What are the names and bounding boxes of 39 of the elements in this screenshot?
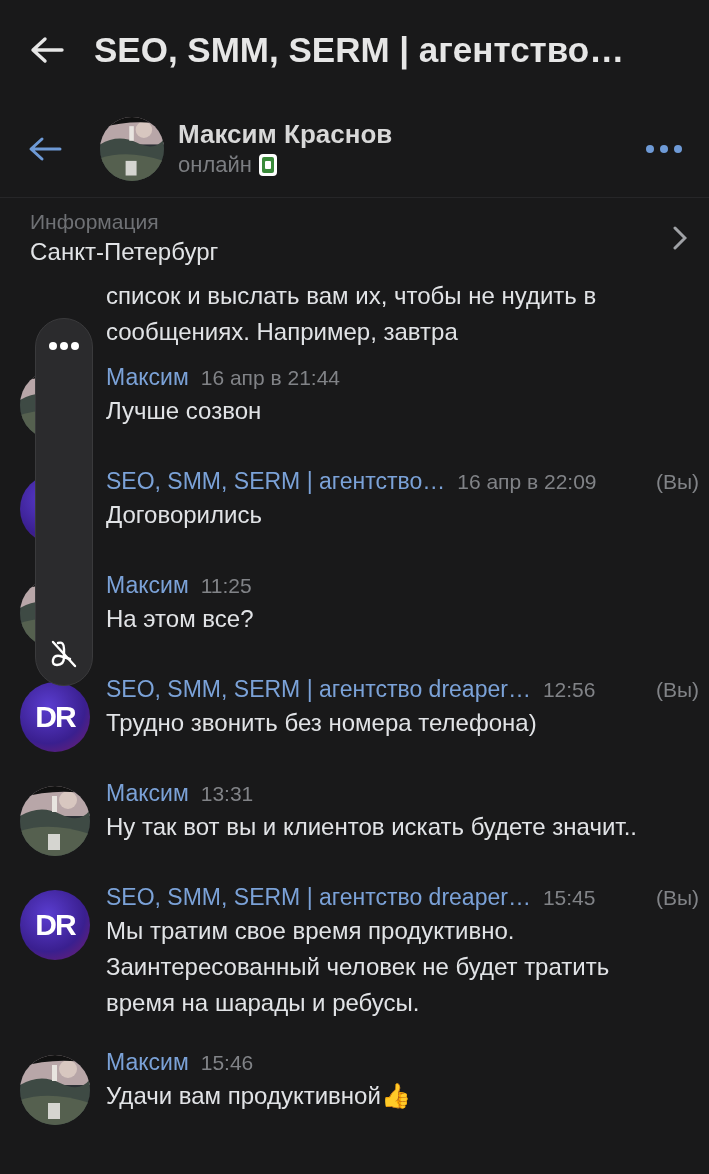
author-name[interactable]: SEO, SMM, SERM | агентство dreaper… — [106, 884, 531, 911]
back-icon[interactable] — [30, 36, 64, 64]
message-text: сообщениях. Например, завтра — [106, 317, 459, 347]
more-icon[interactable] — [645, 143, 683, 154]
author-name[interactable]: Максим — [106, 364, 189, 391]
you-label: (Вы) — [655, 678, 699, 702]
message-text: На этом все? — [106, 604, 255, 634]
city-value: Санкт-Петербург — [30, 238, 220, 266]
message-text: Договорились — [106, 500, 263, 530]
message-time: 16 апр в 21:44 — [200, 366, 340, 390]
message-time: 15:45 — [542, 886, 596, 910]
logo-avatar[interactable]: DR — [20, 682, 90, 752]
chat-title: SEO, SMM, SERM | агентство… — [94, 30, 625, 70]
contact-name: Максим Краснов — [178, 119, 394, 150]
author-name[interactable]: SEO, SMM, SERM | агентство… — [106, 468, 446, 495]
message-time: 13:31 — [200, 782, 254, 806]
message-time: 15:46 — [200, 1051, 254, 1075]
message-text: Удачи вам продуктивной👍 — [106, 1081, 412, 1111]
you-label: (Вы) — [655, 886, 699, 910]
online-status: онлайн — [178, 152, 252, 178]
message-time: 12:56 — [542, 678, 596, 702]
author-name[interactable]: Максим — [106, 572, 189, 599]
you-label: (Вы) — [655, 470, 699, 494]
author-name[interactable]: SEO, SMM, SERM | агентство dreaper… — [106, 676, 531, 703]
message-text: список и выслать вам их, чтобы не нудить в — [106, 281, 598, 311]
logo-avatar[interactable]: DR — [20, 890, 90, 960]
message-text: Мы тратим свое время продуктивно. Заинтересованный человек не будет тратить время на шарады и ребусы. — [106, 916, 611, 1018]
back-icon[interactable] — [28, 135, 62, 162]
info-label: Информация — [30, 210, 160, 234]
more-icon[interactable] — [48, 341, 80, 351]
message-time: 16 апр в 22:09 — [457, 470, 597, 494]
crossed-loop-icon[interactable] — [50, 639, 78, 669]
message-text: Лучше созвон — [106, 396, 263, 426]
chevron-right-icon[interactable] — [673, 226, 687, 250]
message-time: 11:25 — [200, 574, 252, 598]
author-name[interactable]: Максим — [106, 1049, 189, 1076]
message-text: Трудно звонить без номера телефона) — [106, 708, 538, 738]
author-name[interactable]: Максим — [106, 780, 189, 807]
message-text: Ну так вот вы и клиентов искать будете значит.. — [106, 812, 638, 842]
